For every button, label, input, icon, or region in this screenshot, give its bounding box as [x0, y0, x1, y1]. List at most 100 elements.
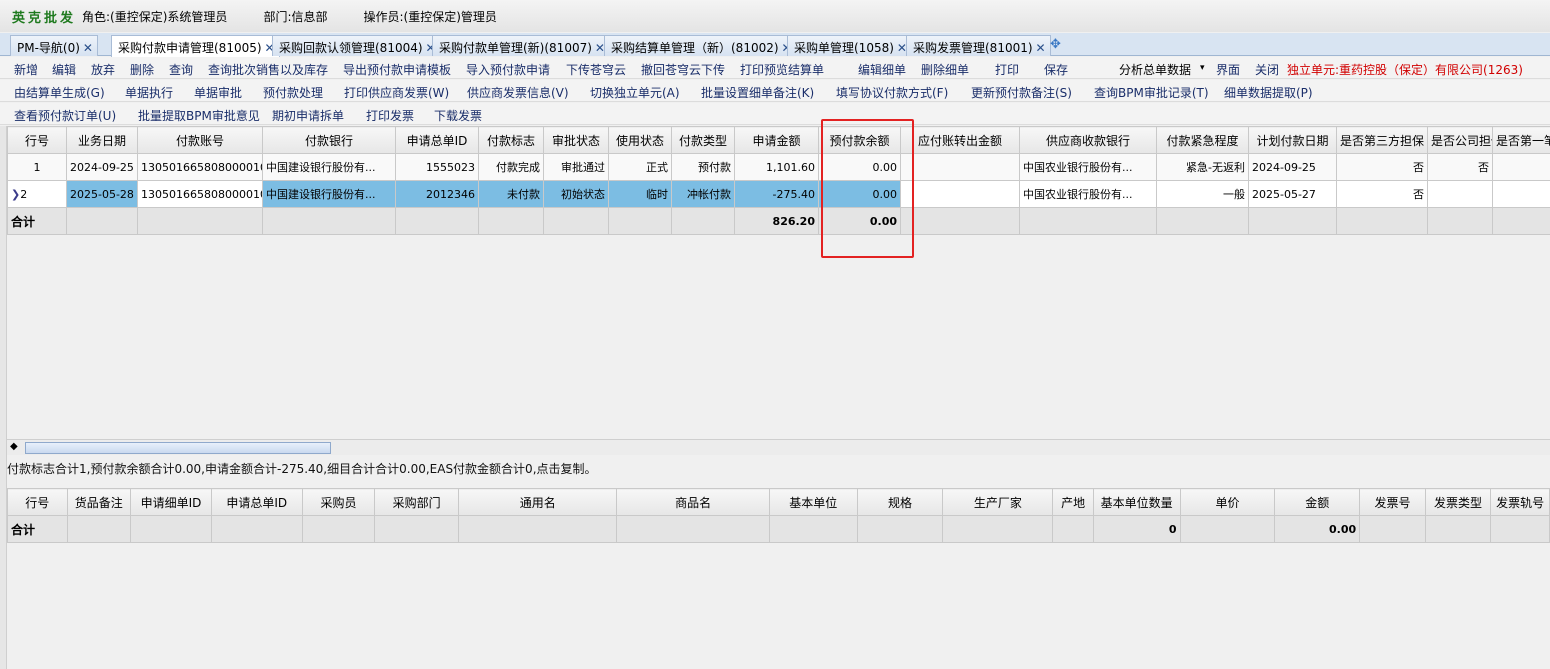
- cell-approval-status[interactable]: 审批通过: [543, 153, 609, 181]
- summary-status[interactable]: 付款标志合计1,预付款余额合计0.00,申请金额合计-275.40,细目合计合计…: [7, 460, 597, 477]
- scroll-left-icon[interactable]: ◆: [10, 441, 18, 452]
- print-preview-button[interactable]: 打印预览结算单: [740, 61, 824, 78]
- column-header[interactable]: 通用名: [458, 488, 618, 516]
- split-initial-button[interactable]: 期初申请拆单: [272, 107, 344, 124]
- tab-pm-nav[interactable]: PM-导航(0) ✕: [10, 35, 98, 56]
- cell-pay-type[interactable]: 预付款: [671, 153, 735, 181]
- column-header[interactable]: 业务日期: [66, 126, 138, 154]
- column-header[interactable]: 付款紧急程度: [1156, 126, 1249, 154]
- chevron-down-icon[interactable]: ▾: [1200, 63, 1205, 73]
- column-header[interactable]: 金额: [1274, 488, 1361, 516]
- column-header[interactable]: 是否第一笔: [1492, 126, 1550, 154]
- query-bpm-button[interactable]: 查询BPM审批记录(T): [1094, 84, 1209, 101]
- edit-button[interactable]: 编辑: [52, 61, 76, 78]
- cell-row-no[interactable]: 1: [7, 153, 67, 181]
- cell-company-guarantee[interactable]: [1427, 180, 1493, 208]
- execute-button[interactable]: 单据执行: [125, 84, 173, 101]
- column-header[interactable]: 基本单位: [768, 488, 858, 516]
- tab-invoice[interactable]: 采购发票管理(81001) ✕: [906, 35, 1051, 56]
- horizontal-scrollbar[interactable]: ◆: [7, 439, 1550, 455]
- revoke-cloud-button[interactable]: 撤回苍穹云下传: [641, 61, 725, 78]
- cell-supplier-bank[interactable]: 中国农业银行股份有...: [1019, 180, 1157, 208]
- column-header[interactable]: 申请总单ID: [210, 488, 303, 516]
- delete-button[interactable]: 删除: [130, 61, 154, 78]
- cell-amount[interactable]: 1,101.60: [734, 153, 819, 181]
- cell-use-status[interactable]: 正式: [608, 153, 672, 181]
- cell-pay-flag[interactable]: 付款完成: [478, 153, 544, 181]
- save-button[interactable]: 保存: [1044, 61, 1068, 78]
- discard-button[interactable]: 放弃: [91, 61, 115, 78]
- fill-payment-method-button[interactable]: 填写协议付款方式(F): [836, 84, 948, 101]
- column-header[interactable]: 应付账转出金额: [900, 126, 1020, 154]
- column-header[interactable]: 商品名: [616, 488, 770, 516]
- batch-bpm-opinion-button[interactable]: 批量提取BPM审批意见: [138, 107, 260, 124]
- cell-first-payment[interactable]: [1492, 153, 1550, 181]
- cell-supplier-bank[interactable]: 中国农业银行股份有...: [1019, 153, 1157, 181]
- delete-detail-button[interactable]: 删除细单: [921, 61, 969, 78]
- cell-account[interactable]: 130501665808000010161: [137, 180, 263, 208]
- cell-plan-date[interactable]: 2025-05-27: [1248, 180, 1337, 208]
- generate-from-settlement-button[interactable]: 由结算单生成(G): [14, 84, 105, 101]
- edit-detail-button[interactable]: 编辑细单: [858, 61, 906, 78]
- print-invoice-button[interactable]: 打印发票: [366, 107, 414, 124]
- column-header[interactable]: 产地: [1052, 488, 1094, 516]
- column-header[interactable]: 货品备注: [66, 488, 132, 516]
- cell-bank[interactable]: 中国建设银行股份有...: [262, 153, 396, 181]
- batch-remark-button[interactable]: 批量设置细单备注(K): [701, 84, 814, 101]
- column-header[interactable]: 付款类型: [671, 126, 735, 154]
- column-header[interactable]: 是否第三方担保: [1336, 126, 1428, 154]
- column-header[interactable]: 申请总单ID: [395, 126, 479, 154]
- column-header[interactable]: 行号: [7, 126, 67, 154]
- column-header[interactable]: 发票轨号: [1490, 488, 1550, 516]
- column-header[interactable]: 使用状态: [608, 126, 672, 154]
- cell-pay-flag[interactable]: 未付款: [478, 180, 544, 208]
- scrollbar-thumb[interactable]: [25, 442, 331, 454]
- prepay-process-button[interactable]: 预付款处理: [263, 84, 323, 101]
- column-header[interactable]: 采购部门: [374, 488, 460, 516]
- cell-first-payment[interactable]: [1492, 180, 1550, 208]
- add-tab-icon[interactable]: ✥: [1050, 37, 1061, 52]
- analyze-data-button[interactable]: 分析总单数据: [1119, 61, 1191, 78]
- close-icon[interactable]: ✕: [83, 41, 93, 55]
- column-header[interactable]: 规格: [856, 488, 944, 516]
- query-batch-button[interactable]: 查询批次销售以及库存: [208, 61, 328, 78]
- interface-button[interactable]: 界面: [1216, 61, 1240, 78]
- cell-company-guarantee[interactable]: 否: [1427, 153, 1493, 181]
- extract-detail-button[interactable]: 细单数据提取(P): [1224, 84, 1313, 101]
- push-cloud-button[interactable]: 下传苍穹云: [566, 61, 626, 78]
- view-prepay-order-button[interactable]: 查看预付款订单(U): [14, 107, 116, 124]
- close-button[interactable]: 关闭: [1255, 61, 1279, 78]
- column-header[interactable]: 基本单位数量: [1092, 488, 1181, 516]
- column-header[interactable]: 采购员: [301, 488, 376, 516]
- column-header[interactable]: 申请金额: [734, 126, 819, 154]
- tab-payment-order[interactable]: 采购付款单管理(新)(81007) ✕: [432, 35, 610, 56]
- column-header[interactable]: 发票号: [1359, 488, 1426, 516]
- column-header[interactable]: 付款银行: [262, 126, 396, 154]
- print-button[interactable]: 打印: [995, 61, 1019, 78]
- column-header[interactable]: 单价: [1179, 488, 1276, 516]
- column-header[interactable]: 生产厂家: [942, 488, 1054, 516]
- cell-pay-type[interactable]: 冲帐付款: [671, 180, 735, 208]
- print-supplier-invoice-button[interactable]: 打印供应商发票(W): [344, 84, 449, 101]
- column-header[interactable]: 申请细单ID: [130, 488, 212, 516]
- cell-date[interactable]: 2025-05-28: [66, 180, 138, 208]
- column-header[interactable]: 审批状态: [543, 126, 609, 154]
- column-header[interactable]: 付款标志: [478, 126, 544, 154]
- column-header[interactable]: 付款账号: [137, 126, 263, 154]
- cell-amount[interactable]: -275.40: [734, 180, 819, 208]
- tab-settlement[interactable]: 采购结算单管理（新）(81002)✕: [604, 35, 797, 56]
- cell-request-id[interactable]: 2012346: [395, 180, 479, 208]
- column-header[interactable]: 发票类型: [1424, 488, 1492, 516]
- tab-purchase-order[interactable]: 采购单管理(1058) ✕: [787, 35, 912, 56]
- cell-urgency[interactable]: 紧急-无返利: [1156, 153, 1249, 181]
- import-prepay-button[interactable]: 导入预付款申请: [466, 61, 550, 78]
- close-icon[interactable]: ✕: [1036, 41, 1046, 55]
- column-header[interactable]: 行号: [7, 488, 68, 516]
- query-button[interactable]: 查询: [169, 61, 193, 78]
- cell-row-no[interactable]: ❯2: [7, 180, 67, 208]
- column-header[interactable]: 计划付款日期: [1248, 126, 1337, 154]
- cell-bank[interactable]: 中国建设银行股份有...: [262, 180, 396, 208]
- table-row[interactable]: ❯2 2025-05-28 130501665808000010161 中国建设…: [7, 180, 1550, 208]
- cell-third-guarantee[interactable]: 否: [1336, 153, 1428, 181]
- cell-request-id[interactable]: 1555023: [395, 153, 479, 181]
